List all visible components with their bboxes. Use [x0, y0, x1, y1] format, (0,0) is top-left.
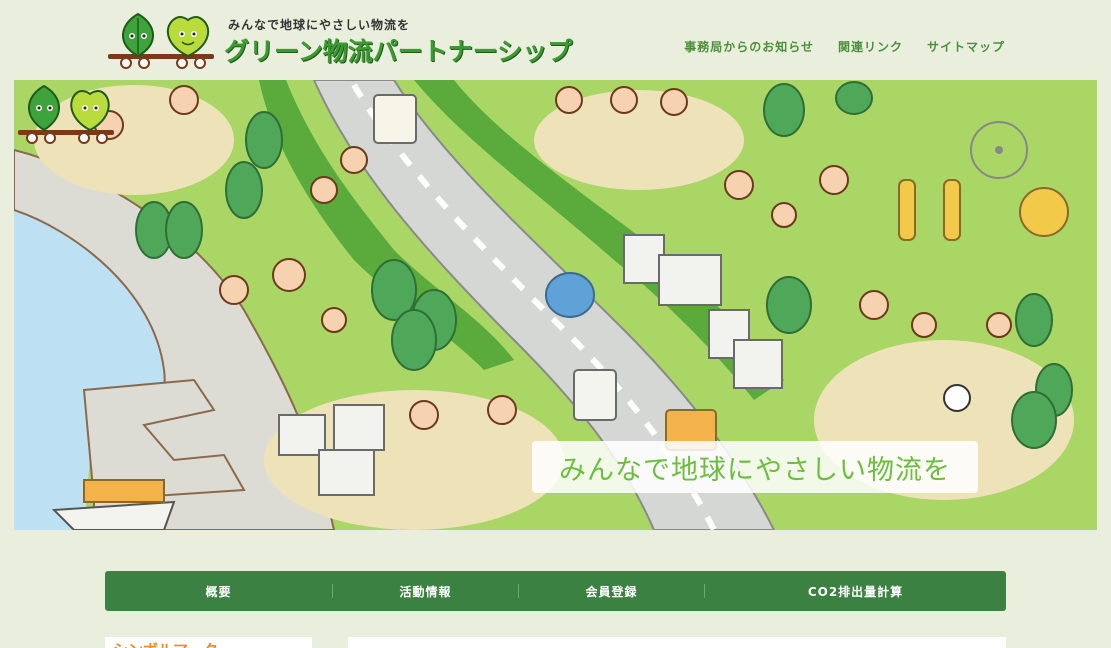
hero-caption: みんなで地球にやさしい物流を — [532, 441, 978, 493]
main-nav-co2-calculation[interactable]: CO2排出量計算 — [705, 571, 1006, 611]
header-link-sitemap[interactable]: サイトマップ — [927, 38, 1005, 55]
site-header: みんなで地球にやさしい物流を グリーン物流パートナーシップ 事務局からのお知らせ… — [0, 0, 1111, 80]
sidebar-heading: シンボルマーク — [113, 639, 218, 648]
hero-caption-text: みんなで地球にやさしい物流を — [559, 454, 951, 486]
sidebar-panel: シンボルマーク — [105, 637, 312, 648]
leaf-mascots-icon — [108, 12, 214, 69]
logo-tagline: みんなで地球にやさしい物流を — [228, 18, 411, 32]
hero-banner: みんなで地球にやさしい物流を — [14, 80, 1097, 530]
main-nav-activities[interactable]: 活動情報 — [333, 571, 518, 611]
header-link-news[interactable]: 事務局からのお知らせ — [684, 38, 814, 55]
main-nav-overview[interactable]: 概要 — [105, 571, 332, 611]
header-nav: 事務局からのお知らせ 関連リンク サイトマップ — [684, 38, 1005, 55]
logo-title: グリーン物流パートナーシップ — [224, 37, 573, 66]
leaf-mascots-icon — [18, 84, 114, 144]
main-nav: 概要 活動情報 会員登録 CO2排出量計算 — [105, 571, 1006, 611]
main-nav-registration[interactable]: 会員登録 — [519, 571, 704, 611]
header-link-related[interactable]: 関連リンク — [838, 38, 903, 55]
main-content-panel — [348, 637, 1006, 648]
site-logo[interactable]: みんなで地球にやさしい物流を グリーン物流パートナーシップ — [104, 8, 572, 70]
